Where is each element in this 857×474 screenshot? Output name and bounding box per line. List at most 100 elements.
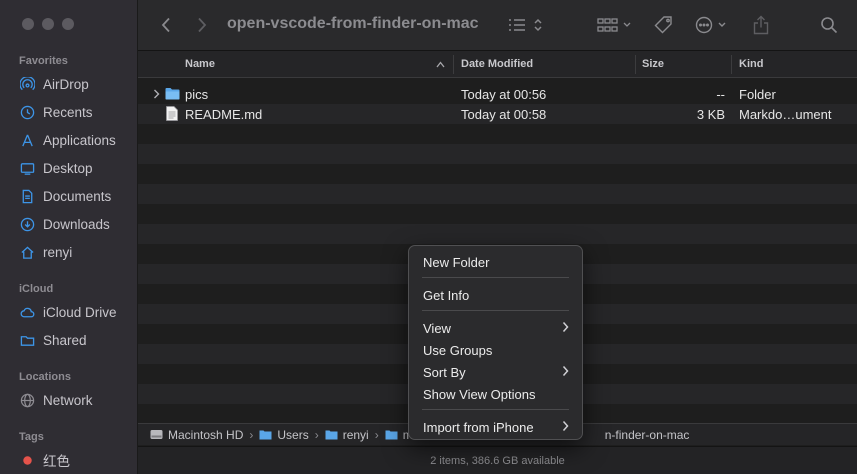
menu-item-label: Show View Options [423,386,536,402]
menu-item-view[interactable]: View [409,317,582,339]
file-name: README.md [185,107,263,122]
tags-button[interactable] [652,12,676,38]
menu-separator [422,409,569,410]
menu-item-label: Use Groups [423,342,493,358]
path-segment-label: renyi [342,427,369,442]
back-button[interactable] [156,12,176,38]
search-icon [821,17,838,34]
folder-icon [385,430,398,440]
sidebar-item-renyi[interactable]: renyi [19,241,137,263]
sidebar-item-tag-red[interactable]: 红色 [19,449,137,471]
ellipsis-circle-icon [695,16,726,34]
sidebar-item-desktop[interactable]: Desktop [19,157,137,179]
menu-separator [422,310,569,311]
folder-icon [325,430,338,440]
search-button[interactable] [818,12,840,38]
column-header-name[interactable]: Name [185,58,215,70]
sidebar-item-label: iCloud Drive [43,304,117,320]
desktop-icon [19,160,35,176]
menu-item-label: Import from iPhone [423,419,534,435]
sidebar-item-shared[interactable]: Shared [19,329,137,351]
file-kind: Folder [739,87,776,102]
sidebar-item-applications[interactable]: Applications [19,129,137,151]
menu-item-use-groups[interactable]: Use Groups [409,339,582,361]
path-segment[interactable]: Users [259,428,309,442]
sidebar-item-label: AirDrop [43,76,89,92]
column-header-date[interactable]: Date Modified [461,58,533,70]
column-divider[interactable] [731,55,732,74]
view-list-button[interactable] [506,12,546,38]
context-menu: New Folder Get Info View Use Groups Sort… [408,245,583,440]
sidebar-item-network[interactable]: Network [19,389,137,411]
zoom-window-button[interactable] [62,18,74,30]
chevron-right-icon [562,322,569,332]
cloud-icon [19,304,35,320]
status-bar: 2 items, 386.6 GB available [138,446,857,474]
airdrop-icon [19,76,35,92]
path-segment[interactable]: n-finder-on-mac [605,428,690,442]
file-size: -- [716,87,725,102]
share-icon [753,15,769,35]
sidebar: Favorites AirDrop Recents Applications D… [0,0,138,474]
hard-drive-icon [150,430,163,439]
path-segment[interactable]: renyi [325,428,369,442]
window-controls [22,18,74,30]
sidebar-item-airdrop[interactable]: AirDrop [19,73,137,95]
column-header-size[interactable]: Size [642,58,664,70]
chevron-left-icon [161,17,170,33]
path-segment[interactable]: Macintosh HD [150,428,243,442]
folder-icon [165,88,180,100]
chevron-right-icon: › [374,427,379,442]
column-divider[interactable] [635,55,636,74]
column-header-kind[interactable]: Kind [739,58,763,70]
table-row[interactable]: pics Today at 00:56 -- Folder [138,84,857,104]
group-view-button[interactable] [596,12,634,38]
minimize-window-button[interactable] [42,18,54,30]
path-segment-label: n-finder-on-mac [604,427,690,442]
menu-item-sort-by[interactable]: Sort By [409,361,582,383]
file-size: 3 KB [696,107,725,122]
sidebar-item-label: renyi [43,244,73,260]
chevron-right-icon: › [314,427,319,442]
sidebar-item-downloads[interactable]: Downloads [19,213,137,235]
menu-item-show-view-options[interactable]: Show View Options [409,383,582,405]
disclosure-triangle-icon[interactable] [153,89,160,99]
document-icon [19,188,35,204]
menu-item-get-info[interactable]: Get Info [409,284,582,306]
chevron-right-icon [198,17,207,33]
sidebar-item-documents[interactable]: Documents [19,185,137,207]
forward-button[interactable] [192,12,212,38]
sidebar-item-label: 红色 [43,454,70,469]
text-file-icon [166,106,178,121]
grid-icon [597,18,631,32]
share-button[interactable] [750,12,772,38]
sidebar-item-label: Desktop [43,160,93,176]
sidebar-item-icloud-drive[interactable]: iCloud Drive [19,301,137,323]
sidebar-section-tags: Tags [19,431,44,443]
action-menu-button[interactable] [694,12,732,38]
sidebar-item-label: Downloads [43,216,110,232]
column-divider[interactable] [453,55,454,74]
folder-icon [259,430,272,440]
globe-icon [19,392,35,408]
list-view-icon [509,18,542,32]
menu-item-label: Sort By [423,364,466,380]
file-name: pics [185,87,209,102]
home-icon [19,244,35,260]
sidebar-item-label: Shared [43,332,87,348]
sidebar-section-locations: Locations [19,371,71,383]
chevron-right-icon: › [249,427,254,442]
sidebar-item-recents[interactable]: Recents [19,101,137,123]
tag-icon [654,16,672,34]
table-row[interactable]: README.md Today at 00:58 3 KB Markdo…ume… [138,104,857,124]
close-window-button[interactable] [22,18,34,30]
applications-icon [19,132,35,148]
file-date: Today at 00:56 [461,87,547,102]
menu-item-label: New Folder [423,254,490,270]
sidebar-item-label: Recents [43,104,93,120]
menu-item-label: Get Info [423,287,470,303]
sidebar-item-label: Applications [43,132,116,148]
menu-item-new-folder[interactable]: New Folder [409,251,582,273]
menu-item-import-from-iphone[interactable]: Import from iPhone [409,416,582,438]
file-kind: Markdo…ument [739,107,832,122]
